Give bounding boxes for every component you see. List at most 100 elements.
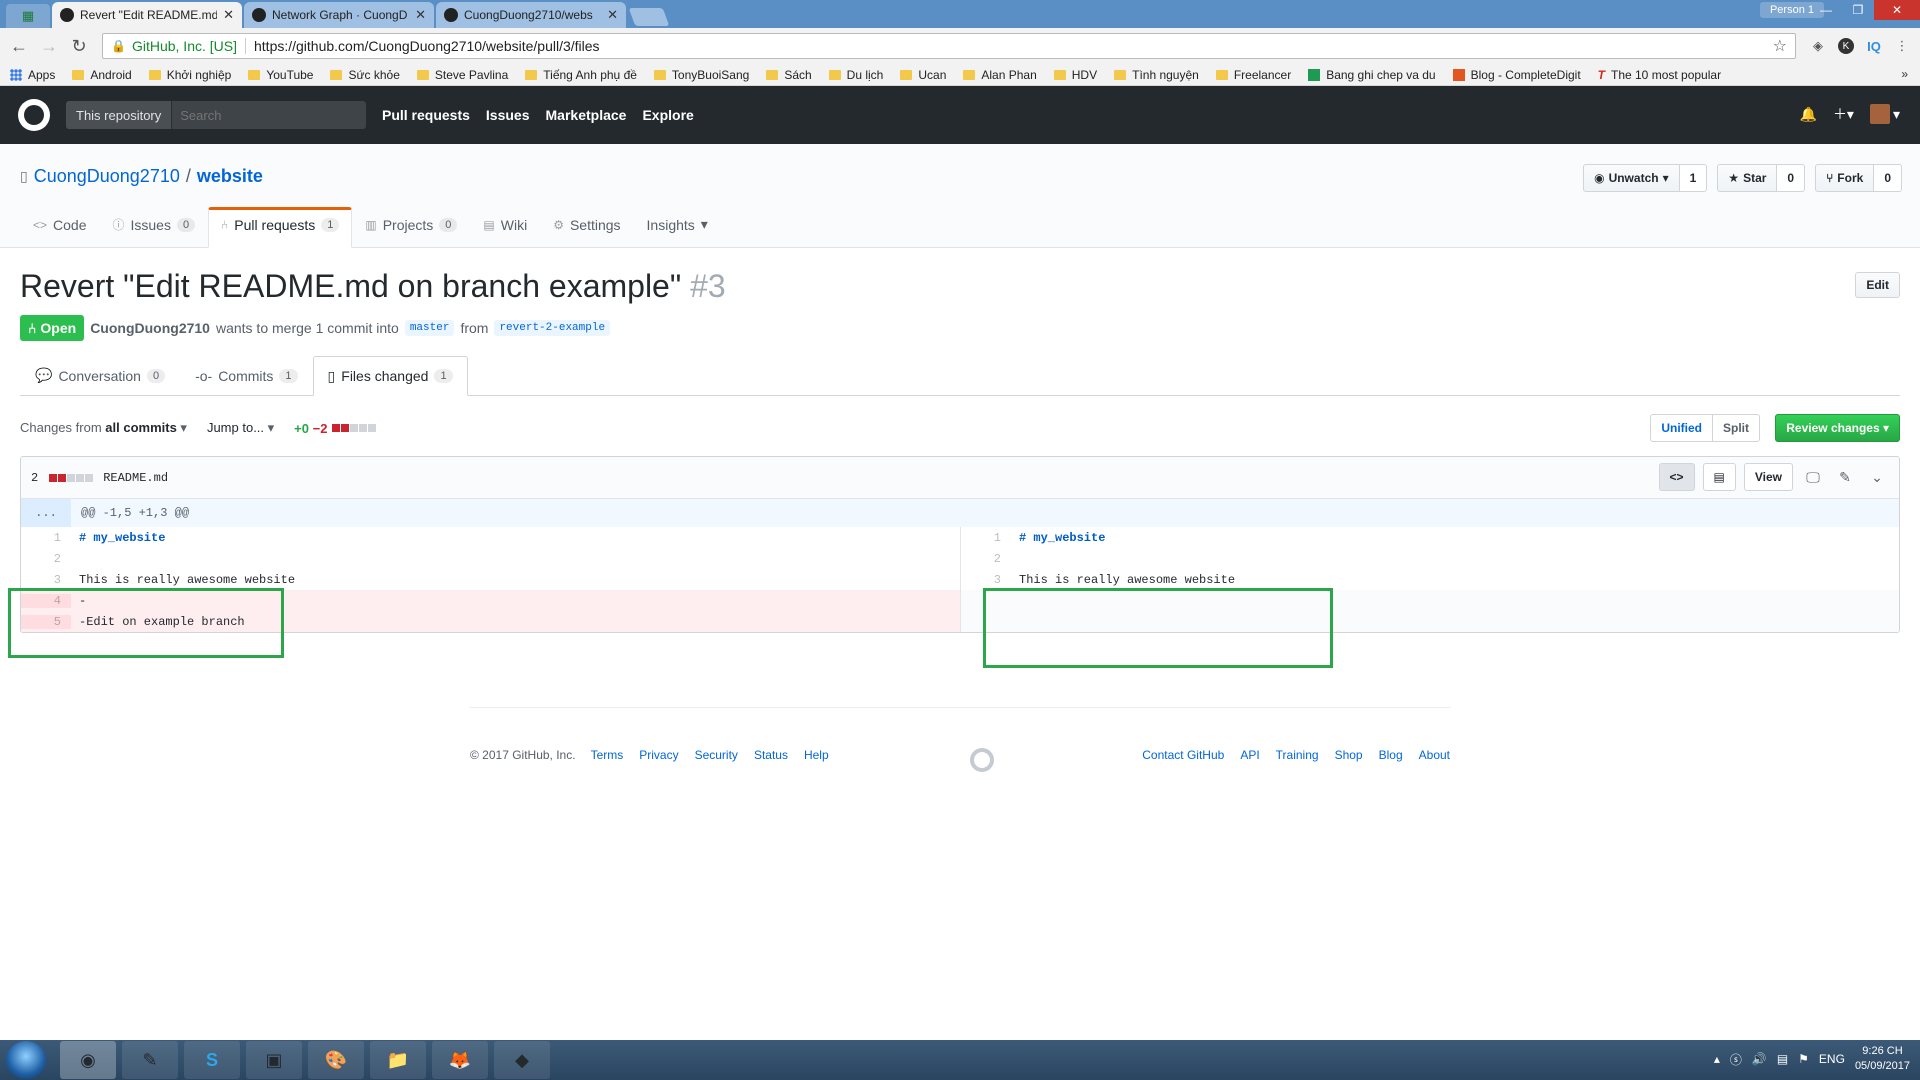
reload-icon[interactable]: ↻ bbox=[66, 33, 92, 59]
chrome-taskbar-icon[interactable]: ◉ bbox=[60, 1041, 116, 1079]
restore-icon[interactable]: ❐ bbox=[1842, 0, 1874, 20]
desktop-icon[interactable]: 🖵 bbox=[1801, 469, 1825, 486]
fork-count[interactable]: 0 bbox=[1874, 164, 1902, 192]
head-branch[interactable]: revert-2-example bbox=[494, 320, 611, 336]
footer-link-contact[interactable]: Contact GitHub bbox=[1142, 748, 1224, 762]
window-close-icon[interactable]: ✕ bbox=[1874, 0, 1920, 20]
back-icon[interactable]: ← bbox=[6, 33, 32, 59]
base-branch[interactable]: master bbox=[404, 320, 455, 336]
bookmark-folder[interactable]: Steve Pavlina bbox=[416, 68, 508, 82]
footer-link-help[interactable]: Help bbox=[804, 748, 829, 762]
footer-link-blog[interactable]: Blog bbox=[1379, 748, 1403, 762]
minimize-icon[interactable]: — bbox=[1810, 0, 1842, 20]
nav-explore[interactable]: Explore bbox=[642, 107, 693, 123]
bookmark-folder[interactable]: Sức khỏe bbox=[330, 68, 400, 82]
notepad-taskbar-icon[interactable]: ✎ bbox=[122, 1041, 178, 1079]
firefox-taskbar-icon[interactable]: 🦊 bbox=[432, 1041, 488, 1079]
line-number[interactable]: 2 bbox=[21, 552, 71, 566]
footer-link-status[interactable]: Status bbox=[754, 748, 788, 762]
window-taskbar-icon[interactable]: ▣ bbox=[246, 1041, 302, 1079]
bookmark-folder[interactable]: Sách bbox=[766, 68, 812, 82]
close-icon[interactable]: ✕ bbox=[607, 7, 618, 23]
github-mark-icon[interactable] bbox=[970, 748, 994, 772]
k-extension-icon[interactable]: K bbox=[1834, 34, 1858, 58]
avatar-dropdown[interactable]: ▾ bbox=[1869, 104, 1900, 124]
tab-files-changed[interactable]: ▯ Files changed 1 bbox=[312, 356, 468, 396]
bookmark-folder[interactable]: Freelancer bbox=[1215, 68, 1291, 82]
network-icon[interactable]: ▤ bbox=[1777, 1052, 1788, 1066]
footer-link-training[interactable]: Training bbox=[1276, 748, 1319, 762]
volume-icon[interactable]: 🔊 bbox=[1752, 1052, 1767, 1066]
security-chip[interactable]: GitHub, Inc. [US] bbox=[132, 38, 237, 54]
bookmark-link[interactable]: T The 10 most popular bbox=[1598, 68, 1721, 82]
star-button[interactable]: ★ Star bbox=[1717, 164, 1778, 192]
rich-diff-button[interactable]: ▤ bbox=[1702, 463, 1736, 491]
bookmark-folder[interactable]: HDV bbox=[1053, 68, 1097, 82]
tab-insights[interactable]: Insights ▾ bbox=[634, 207, 721, 248]
tray-expand-icon[interactable]: ▴ bbox=[1714, 1052, 1720, 1066]
line-number[interactable]: 1 bbox=[21, 531, 71, 545]
author-link[interactable]: CuongDuong2710 bbox=[90, 320, 210, 336]
bookmarks-overflow-icon[interactable]: » bbox=[1901, 67, 1908, 81]
bookmark-folder[interactable]: Alan Phan bbox=[963, 68, 1037, 82]
tab-pull-requests[interactable]: ⑃ Pull requests 1 bbox=[208, 207, 353, 248]
line-number[interactable]: 1 bbox=[961, 531, 1011, 545]
tab-settings[interactable]: ⚙ Settings bbox=[540, 207, 633, 248]
edit-title-button[interactable]: Edit bbox=[1855, 272, 1900, 298]
close-icon[interactable]: ✕ bbox=[415, 7, 426, 23]
search-input[interactable] bbox=[172, 107, 323, 123]
line-number[interactable]: 3 bbox=[961, 573, 1011, 587]
bookmark-folder[interactable]: YouTube bbox=[248, 68, 313, 82]
tab-wiki[interactable]: ▤ Wiki bbox=[470, 207, 540, 248]
nav-issues[interactable]: Issues bbox=[486, 107, 530, 123]
nav-pull-requests[interactable]: Pull requests bbox=[382, 107, 470, 123]
tab-code[interactable]: <> Code bbox=[20, 207, 99, 248]
repo-name-link[interactable]: website bbox=[197, 166, 263, 187]
review-changes-button[interactable]: Review changes ▾ bbox=[1775, 414, 1900, 442]
browser-tab-3[interactable]: CuongDuong2710/webs ✕ bbox=[436, 2, 626, 28]
browser-tab-2[interactable]: Network Graph · CuongD ✕ bbox=[244, 2, 434, 28]
clock[interactable]: 9:26 CH 05/09/2017 bbox=[1855, 1044, 1910, 1074]
bookmark-folder[interactable]: Android bbox=[72, 68, 132, 82]
bookmark-folder[interactable]: TonyBuoiSang bbox=[653, 68, 749, 82]
flag-icon[interactable]: ⚑ bbox=[1798, 1052, 1809, 1066]
unified-button[interactable]: Unified bbox=[1650, 414, 1713, 442]
plus-dropdown-icon[interactable]: ＋▾ bbox=[1833, 104, 1854, 124]
url-text[interactable]: https://github.com/CuongDuong2710/websit… bbox=[254, 38, 1773, 54]
bookmark-folder[interactable]: Tiếng Anh phụ đề bbox=[525, 68, 637, 82]
split-button[interactable]: Split bbox=[1713, 414, 1760, 442]
extension-icon[interactable]: ◈ bbox=[1806, 34, 1830, 58]
bookmark-folder[interactable]: Ucan bbox=[900, 68, 946, 82]
tab-issues[interactable]: ⓘ Issues 0 bbox=[99, 207, 208, 248]
new-tab-button[interactable] bbox=[628, 8, 670, 26]
close-icon[interactable]: ✕ bbox=[223, 7, 234, 23]
unwatch-button[interactable]: ◉ Unwatch ▾ bbox=[1583, 164, 1680, 192]
view-file-button[interactable]: View bbox=[1743, 463, 1793, 491]
tab-commits[interactable]: -o- Commits 1 bbox=[180, 356, 312, 395]
watch-count[interactable]: 1 bbox=[1679, 164, 1708, 192]
tab-conversation[interactable]: 💬 Conversation 0 bbox=[20, 356, 180, 395]
github-logo-icon[interactable] bbox=[18, 99, 50, 131]
bookmark-link[interactable]: Bang ghi chep va du bbox=[1308, 68, 1436, 82]
browser-tab-1[interactable]: Revert "Edit README.md ✕ bbox=[52, 2, 242, 28]
paint-taskbar-icon[interactable]: 🎨 bbox=[308, 1041, 364, 1079]
bookmark-folder[interactable]: Du lịch bbox=[828, 68, 883, 82]
bookmark-apps[interactable]: Apps bbox=[10, 68, 55, 82]
skype-tray-icon[interactable]: ⓢ bbox=[1730, 1051, 1742, 1068]
explorer-taskbar-icon[interactable]: 📁 bbox=[370, 1041, 426, 1079]
start-button[interactable] bbox=[6, 1041, 46, 1079]
fork-button[interactable]: ⑂ Fork bbox=[1815, 164, 1875, 192]
nav-marketplace[interactable]: Marketplace bbox=[546, 107, 627, 123]
bookmark-star-icon[interactable]: ☆ bbox=[1773, 36, 1787, 56]
language-indicator[interactable]: ENG bbox=[1819, 1052, 1845, 1066]
skype-taskbar-icon[interactable]: S bbox=[184, 1041, 240, 1079]
changes-from-dropdown[interactable]: Changes from all commits ▾ bbox=[20, 420, 187, 436]
sheets-pinned-tab[interactable]: ▦ bbox=[6, 4, 50, 28]
footer-link-privacy[interactable]: Privacy bbox=[639, 748, 678, 762]
repo-owner-link[interactable]: CuongDuong2710 bbox=[34, 166, 180, 187]
footer-link-security[interactable]: Security bbox=[695, 748, 738, 762]
expand-lines-button[interactable]: ... bbox=[21, 499, 71, 527]
footer-link-terms[interactable]: Terms bbox=[591, 748, 624, 762]
footer-link-shop[interactable]: Shop bbox=[1335, 748, 1363, 762]
bookmark-folder[interactable]: Tình nguyện bbox=[1114, 68, 1199, 82]
